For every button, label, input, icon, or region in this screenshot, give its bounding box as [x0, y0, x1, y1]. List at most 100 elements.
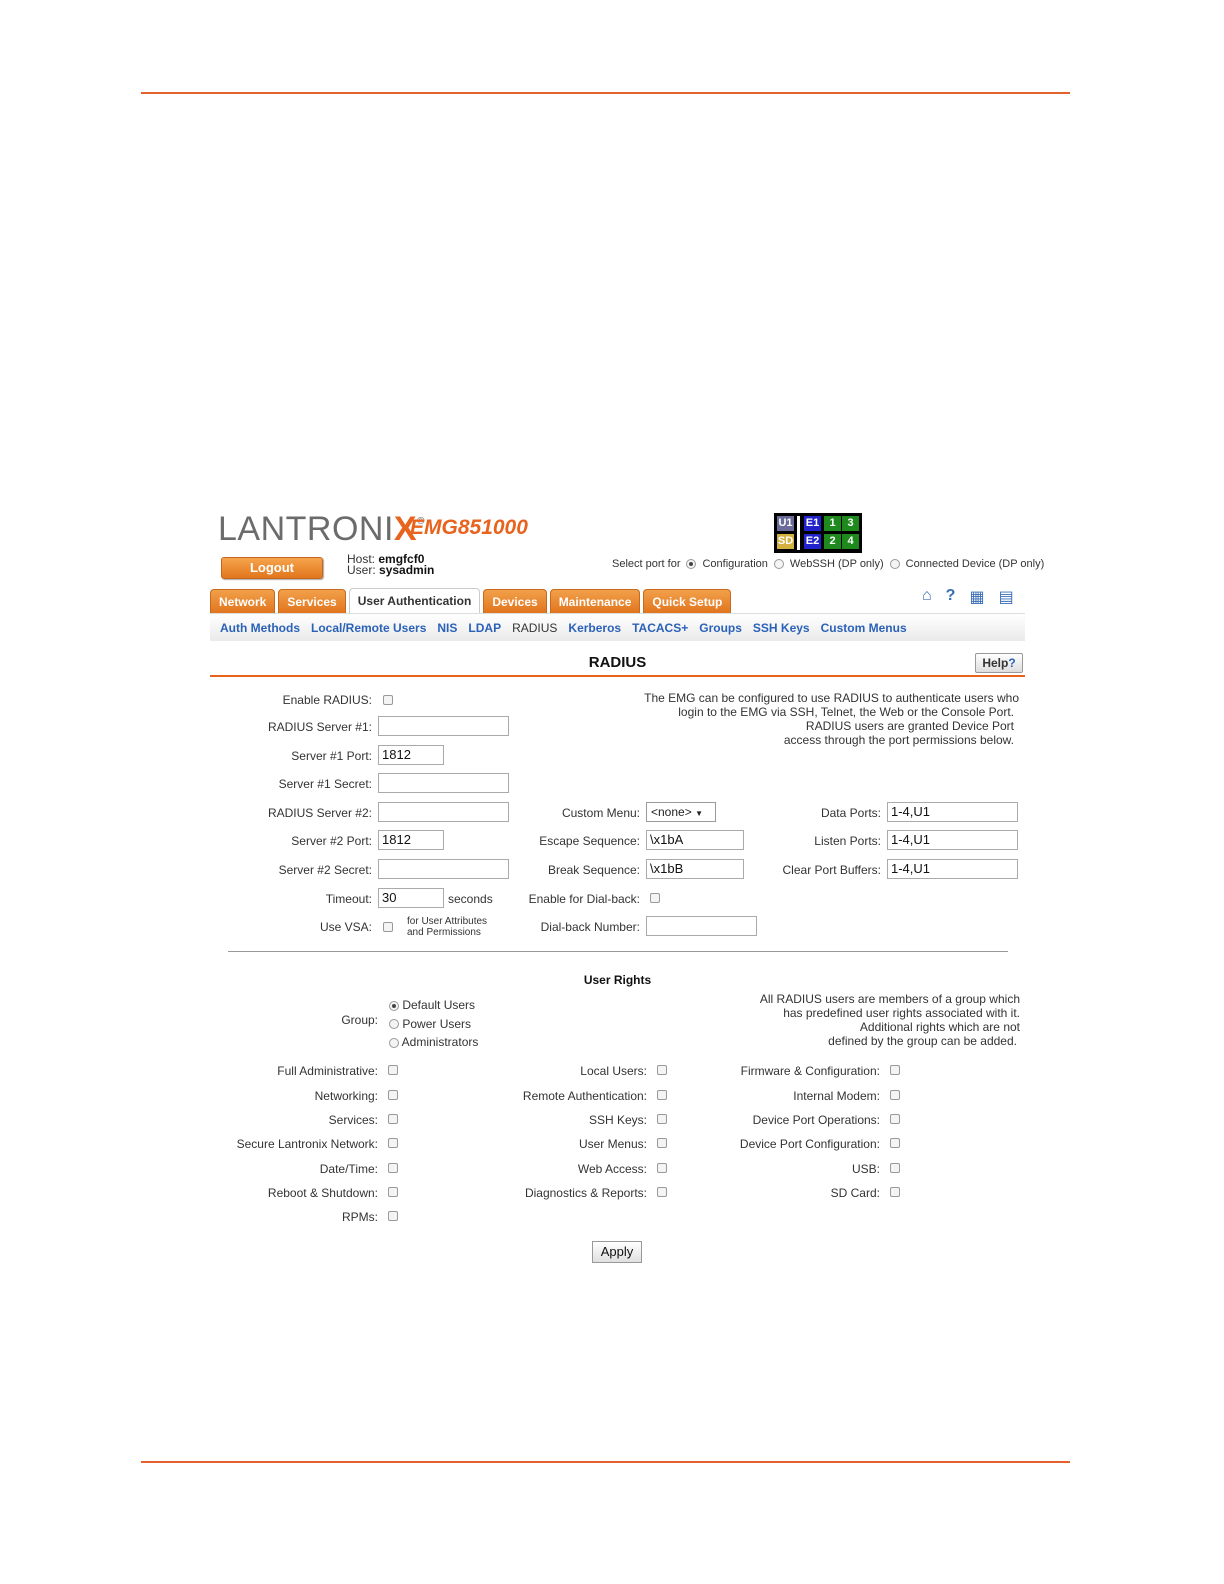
right-firmware-configuration-checkbox[interactable] [890, 1065, 900, 1075]
data-ports-input[interactable]: 1-4,U1 [887, 802, 1018, 822]
subnav-kerberos[interactable]: Kerberos [568, 621, 621, 635]
secret1-input[interactable] [378, 773, 509, 793]
subnav-local-remote-users[interactable]: Local/Remote Users [311, 621, 426, 635]
break-sequence-label: Break Sequence: [547, 863, 640, 877]
radio-webssh[interactable] [773, 559, 784, 569]
log-icon[interactable]: ▤ [999, 587, 1014, 607]
section-divider [228, 951, 1008, 952]
radio-default-users[interactable] [389, 1000, 399, 1011]
right-rpms-label: RPMs: [342, 1210, 378, 1224]
tab-services[interactable]: Services [278, 589, 346, 614]
break-sequence-input[interactable]: \x1bB [646, 859, 744, 879]
subnav-custom-menus[interactable]: Custom Menus [821, 621, 907, 635]
port-cell-sd[interactable]: SD [777, 534, 794, 549]
group-administrators-label: Administrators [401, 1035, 479, 1049]
port1-input[interactable]: 1812 [378, 745, 444, 765]
title-underline [210, 675, 1025, 677]
radio-connected-device[interactable] [889, 559, 900, 569]
apply-button[interactable]: Apply [592, 1241, 642, 1263]
server1-label: RADIUS Server #1: [267, 720, 372, 734]
right-diagnostics-reports-checkbox[interactable] [657, 1187, 667, 1197]
right-user-menus-checkbox[interactable] [657, 1138, 667, 1148]
subnav-groups[interactable]: Groups [699, 621, 742, 635]
right-rpms-checkbox[interactable] [388, 1211, 398, 1221]
tab-quick-setup[interactable]: Quick Setup [643, 589, 732, 614]
port-cell-3[interactable]: 3 [842, 516, 859, 531]
subnav-ldap[interactable]: LDAP [468, 621, 501, 635]
right-local-users-checkbox[interactable] [657, 1065, 667, 1075]
right-full-administrative-checkbox[interactable] [388, 1065, 398, 1075]
right-full-administrative-label: Full Administrative: [277, 1064, 378, 1078]
right-web-access-label: Web Access: [577, 1162, 647, 1176]
page-title: RADIUS [588, 654, 647, 671]
right-networking-checkbox[interactable] [388, 1090, 398, 1100]
server2-input[interactable] [378, 802, 509, 822]
enable-radius-checkbox[interactable] [383, 695, 393, 705]
group-note-line-1: All RADIUS users are members of a group … [759, 992, 1020, 1006]
help-button[interactable]: Help? [975, 653, 1023, 673]
dialback-number-label: Dial-back Number: [540, 920, 640, 934]
radio-configuration[interactable] [686, 559, 697, 569]
radio-power-users[interactable] [389, 1019, 399, 1030]
radio-configuration-label: Configuration [702, 558, 768, 570]
right-sd-card-checkbox[interactable] [890, 1187, 900, 1197]
right-device-port-configuration-checkbox[interactable] [890, 1138, 900, 1148]
group-default-users-label: Default Users [402, 998, 476, 1012]
port1-label: Server #1 Port: [291, 749, 372, 763]
sitemap-icon[interactable]: ▦ [969, 587, 984, 607]
help-question-icon: ? [1008, 656, 1016, 670]
port-cell-4[interactable]: 4 [842, 534, 859, 549]
dialback-checkbox[interactable] [650, 893, 660, 903]
subnav-auth-methods[interactable]: Auth Methods [220, 621, 300, 635]
subnav-radius[interactable]: RADIUS [512, 621, 557, 635]
right-reboot-shutdown-checkbox[interactable] [388, 1187, 398, 1197]
right-remote-authentication-checkbox[interactable] [657, 1090, 667, 1100]
right-usb-checkbox[interactable] [890, 1163, 900, 1173]
port-cell-u1[interactable]: U1 [777, 516, 794, 531]
right-internal-modem-checkbox[interactable] [890, 1090, 900, 1100]
port2-input[interactable]: 1812 [378, 830, 444, 850]
dialback-label: Enable for Dial-back: [528, 892, 640, 906]
tab-user-authentication[interactable]: User Authentication [348, 588, 481, 615]
home-icon[interactable]: ⌂ [922, 587, 932, 607]
chevron-down-icon: ▼ [695, 809, 703, 818]
subnav-nis[interactable]: NIS [437, 621, 457, 635]
right-web-access-checkbox[interactable] [657, 1163, 667, 1173]
right-services-checkbox[interactable] [388, 1114, 398, 1124]
dialback-number-input[interactable] [646, 916, 757, 936]
subnav-ssh-keys[interactable]: SSH Keys [753, 621, 810, 635]
group-note-text: All RADIUS users are members of a group … [760, 992, 1020, 1048]
listen-ports-input[interactable]: 1-4,U1 [887, 830, 1018, 850]
port-cell-e1[interactable]: E1 [804, 516, 821, 531]
tab-network[interactable]: Network [210, 589, 276, 614]
right-user-menus-label: User Menus: [578, 1137, 647, 1151]
timeout-input[interactable]: 30 [378, 888, 444, 908]
port-cell-2[interactable]: 2 [824, 534, 841, 549]
radio-administrators[interactable] [389, 1037, 399, 1048]
clear-buffers-input[interactable]: 1-4,U1 [887, 859, 1018, 879]
tab-devices[interactable]: Devices [483, 589, 547, 614]
header-rule [141, 92, 1070, 94]
right-date-time-checkbox[interactable] [388, 1163, 398, 1173]
use-vsa-checkbox[interactable] [383, 922, 393, 932]
port-cell-1[interactable]: 1 [824, 516, 841, 531]
right-device-port-operations-checkbox[interactable] [890, 1114, 900, 1124]
server1-input[interactable] [378, 716, 509, 736]
use-vsa-label: Use VSA: [319, 920, 372, 934]
custom-menu-select[interactable]: <none> ▼ [646, 802, 716, 822]
clear-buffers-label: Clear Port Buffers: [782, 863, 881, 877]
tab-maintenance[interactable]: Maintenance [549, 589, 641, 614]
escape-sequence-input[interactable]: \x1bA [646, 830, 744, 850]
enable-radius-label: Enable RADIUS: [282, 693, 372, 707]
secret2-input[interactable] [378, 859, 509, 879]
group-note-line-2: has predefined user rights associated wi… [783, 1006, 1020, 1020]
server2-label: RADIUS Server #2: [267, 806, 372, 820]
right-ssh-keys-checkbox[interactable] [657, 1114, 667, 1124]
port-cell-e2[interactable]: E2 [804, 534, 821, 549]
logout-button[interactable]: Logout [221, 557, 323, 579]
right-date-time-label: Date/Time: [319, 1162, 378, 1176]
subnav-tacacs[interactable]: TACACS+ [632, 621, 688, 635]
help-icon[interactable]: ? [946, 587, 956, 607]
right-secure-lantronix-network-checkbox[interactable] [388, 1138, 398, 1148]
group-note-line-4: defined by the group can be added. [828, 1034, 1017, 1048]
